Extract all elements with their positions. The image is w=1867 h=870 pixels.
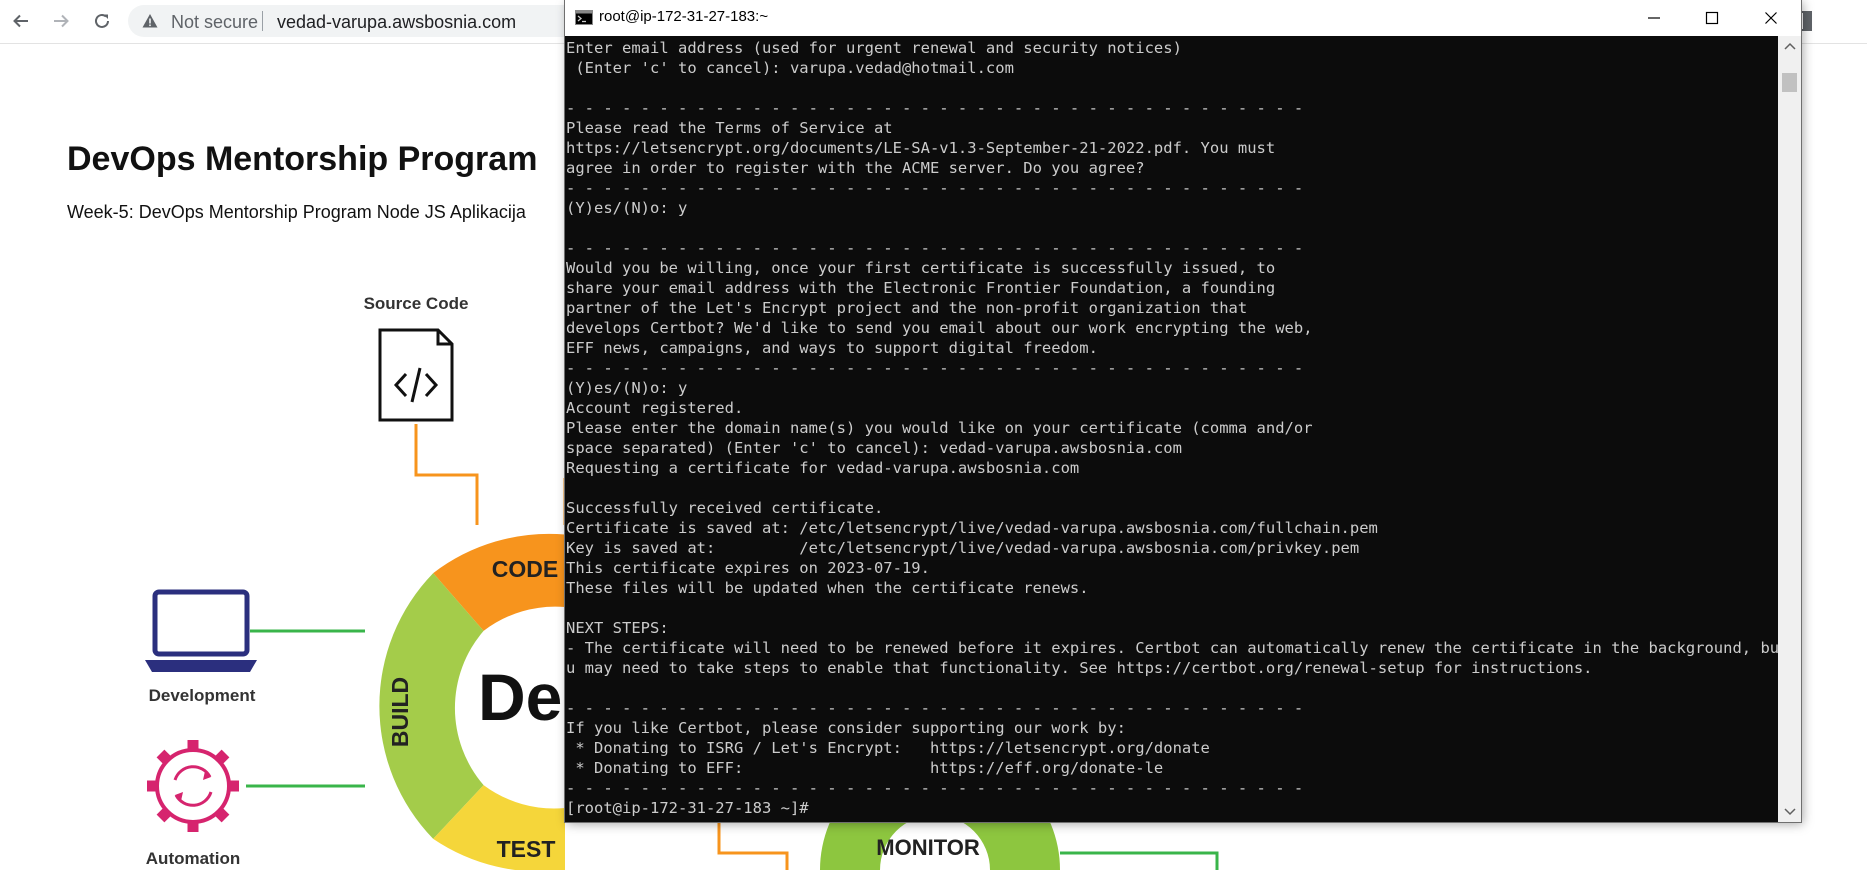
arrow-left-icon — [13, 14, 28, 28]
development-label: Development — [149, 686, 256, 705]
terminal-line: Enter email address (used for urgent ren… — [566, 39, 1182, 57]
terminal-line: - - - - - - - - - - - - - - - - - - - - … — [566, 239, 1304, 257]
center-text: De — [478, 660, 562, 734]
terminal-line: These files will be updated when the cer… — [566, 579, 1089, 597]
close-icon — [1765, 12, 1777, 24]
scroll-down-button[interactable] — [1778, 802, 1801, 822]
terminal-line: - - - - - - - - - - - - - - - - - - - - … — [566, 99, 1304, 117]
terminal-line: * Donating to EFF: https://eff.org/donat… — [566, 759, 1164, 777]
terminal-line: Key is saved at: /etc/letsencrypt/live/v… — [566, 539, 1360, 557]
automation-gear-icon — [147, 740, 239, 832]
terminal-line: u may need to take steps to enable that … — [566, 659, 1593, 677]
url-text[interactable]: vedad-varupa.awsbosnia.com — [277, 12, 516, 33]
terminal-line: (Y)es/(N)o: y — [566, 199, 688, 217]
terminal-line: - - - - - - - - - - - - - - - - - - - - … — [566, 699, 1304, 717]
arrow-right-icon — [54, 14, 69, 28]
terminal-line: Please enter the domain name(s) you woul… — [566, 419, 1313, 437]
terminal-scrollbar[interactable] — [1778, 36, 1801, 822]
terminal-line: https://letsencrypt.org/documents/LE-SA-… — [566, 139, 1276, 157]
source-code-label: Source Code — [364, 294, 469, 313]
terminal-line: NEXT STEPS: — [566, 619, 669, 637]
ring-build-label: BUILD — [387, 677, 413, 747]
minimize-button[interactable] — [1625, 0, 1683, 36]
back-button[interactable] — [8, 8, 34, 34]
chevron-down-icon — [1783, 808, 1796, 816]
terminal-line: develops Certbot? We'd like to send you … — [566, 319, 1313, 337]
ring-code-label: CODE — [492, 556, 558, 582]
terminal-line: - - - - - - - - - - - - - - - - - - - - … — [566, 359, 1304, 377]
terminal-line: Please read the Terms of Service at — [566, 119, 893, 137]
terminal-title: root@ip-172-31-27-183:~ — [599, 8, 769, 25]
security-label[interactable]: Not secure — [171, 12, 258, 33]
terminal-line: * Donating to ISRG / Let's Encrypt: http… — [566, 739, 1210, 757]
laptop-icon — [145, 589, 257, 672]
terminal-line: share your email address with the Electr… — [566, 279, 1276, 297]
terminal-line: This certificate expires on 2023-07-19. — [566, 559, 930, 577]
scroll-thumb[interactable] — [1782, 73, 1797, 92]
source-code-connector — [414, 424, 479, 525]
warning-icon — [142, 14, 158, 28]
reload-icon — [95, 13, 109, 28]
terminal-line: Account registered. — [566, 399, 744, 417]
ring-monitor-label: MONITOR — [876, 835, 980, 860]
code-file-icon — [378, 328, 454, 422]
terminal-line: agree in order to register with the ACME… — [566, 159, 1145, 177]
scroll-up-button[interactable] — [1778, 36, 1801, 56]
test-connector — [717, 820, 789, 870]
terminal-line: EFF news, campaigns, and ways to support… — [566, 339, 1098, 357]
reload-button[interactable] — [89, 8, 115, 34]
automation-label: Automation — [146, 849, 240, 868]
close-button[interactable] — [1742, 0, 1800, 36]
minimize-icon — [1648, 17, 1660, 19]
terminal-line: partner of the Let's Encrypt project and… — [566, 299, 1248, 317]
ring-test-label: TEST — [497, 836, 556, 862]
terminal-output[interactable]: Enter email address (used for urgent ren… — [565, 36, 1778, 822]
maximize-icon — [1705, 11, 1719, 25]
monitor-connector — [1060, 851, 1219, 870]
terminal-line: - The certificate will need to be renewe… — [566, 639, 1778, 657]
terminal-line: Successfully received certificate. — [566, 499, 884, 517]
terminal-line: Requesting a certificate for vedad-varup… — [566, 459, 1080, 477]
terminal-titlebar[interactable]: root@ip-172-31-27-183:~ — [565, 0, 1801, 36]
terminal-icon — [575, 10, 593, 25]
terminal-line: Would you be willing, once your first ce… — [566, 259, 1276, 277]
terminal-window[interactable]: root@ip-172-31-27-183:~ Enter email addr… — [565, 0, 1801, 822]
terminal-line: (Enter 'c' to cancel): varupa.vedad@hotm… — [566, 59, 1014, 77]
terminal-line: If you like Certbot, please consider sup… — [566, 719, 1126, 737]
terminal-line: Certificate is saved at: /etc/letsencryp… — [566, 519, 1378, 537]
terminal-line: - - - - - - - - - - - - - - - - - - - - … — [566, 779, 1304, 797]
terminal-line: (Y)es/(N)o: y — [566, 379, 688, 397]
terminal-line: [root@ip-172-31-27-183 ~]# — [566, 799, 818, 817]
forward-button[interactable] — [48, 8, 74, 34]
address-divider — [262, 11, 263, 31]
terminal-line: space separated) (Enter 'c' to cancel): … — [566, 439, 1182, 457]
chevron-up-icon — [1783, 42, 1796, 50]
maximize-button[interactable] — [1683, 0, 1741, 36]
terminal-line: - - - - - - - - - - - - - - - - - - - - … — [566, 179, 1304, 197]
